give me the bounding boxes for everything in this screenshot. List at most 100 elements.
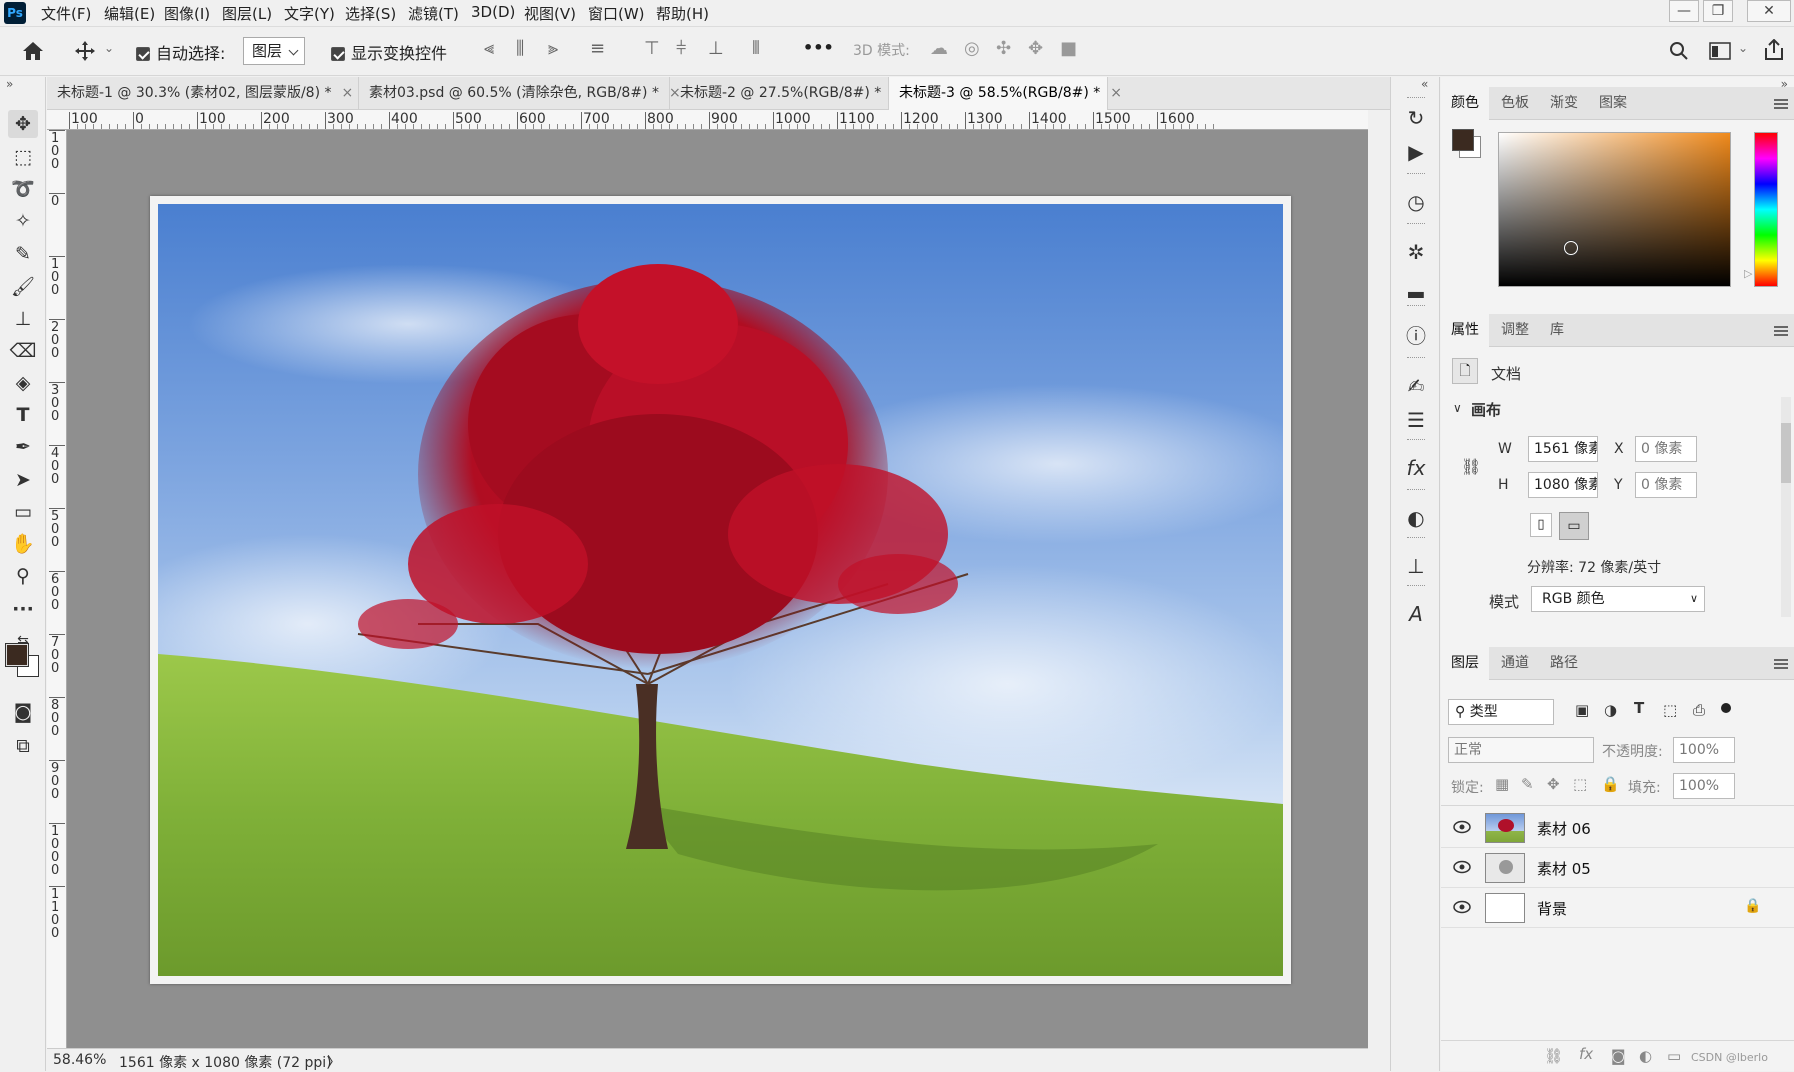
menu-file[interactable]: 文件(F): [41, 3, 91, 24]
color-field[interactable]: [1498, 132, 1731, 287]
mode-dropdown[interactable]: RGB 颜色 ∨: [1531, 586, 1705, 612]
document-canvas[interactable]: [150, 196, 1291, 984]
align-left-icon[interactable]: ⫷: [484, 38, 494, 59]
menu-3d[interactable]: 3D(D): [471, 3, 515, 21]
lock-all-icon[interactable]: 🔒: [1601, 775, 1620, 793]
character-icon[interactable]: A: [1403, 601, 1429, 627]
tab-libraries[interactable]: 库: [1540, 314, 1574, 347]
blend-mode-dropdown[interactable]: 正常: [1448, 737, 1594, 763]
color-picker-cursor[interactable]: [1564, 241, 1578, 255]
minimize-button[interactable]: —: [1669, 0, 1699, 22]
clone-source-icon[interactable]: ⊥: [1403, 553, 1429, 579]
tab-channels[interactable]: 通道: [1491, 647, 1539, 680]
layer-row-1[interactable]: 素材 06: [1441, 808, 1794, 848]
hue-marker-icon[interactable]: ▷: [1744, 267, 1752, 280]
shape-tool-icon[interactable]: ▭: [8, 498, 38, 526]
height-field[interactable]: 1080 像素: [1528, 472, 1598, 498]
layer-filter-dropdown[interactable]: ⚲ 类型: [1448, 699, 1554, 725]
adjustments-icon[interactable]: ☰: [1403, 407, 1429, 433]
stamp-tool-icon[interactable]: ⊥: [8, 305, 38, 333]
chevron-down-icon[interactable]: ∨: [1453, 401, 1462, 415]
panel-menu-icon[interactable]: [1774, 659, 1788, 669]
collapse-icon[interactable]: «: [1421, 77, 1428, 91]
link-layers-icon[interactable]: ⛓: [1544, 1047, 1563, 1065]
paint-bucket-tool-icon[interactable]: ◈: [8, 369, 38, 397]
distribute-icon[interactable]: ≡: [590, 38, 605, 59]
tab-properties[interactable]: 属性: [1441, 314, 1489, 347]
hue-slider[interactable]: [1754, 132, 1778, 287]
quick-mask-icon[interactable]: ◙: [8, 698, 38, 726]
lock-image-icon[interactable]: ✎: [1521, 775, 1534, 793]
move-icon[interactable]: [74, 40, 96, 62]
home-icon[interactable]: [21, 40, 45, 62]
foreground-color-swatch[interactable]: [5, 643, 29, 667]
tab-gradients[interactable]: 渐变: [1540, 87, 1588, 120]
fill-field[interactable]: 100%: [1673, 773, 1735, 799]
move-tool-icon[interactable]: ✥: [8, 110, 38, 138]
filter-shape-icon[interactable]: ⬚: [1663, 701, 1677, 719]
portrait-icon[interactable]: ▯: [1530, 513, 1552, 537]
auto-select-dropdown[interactable]: 图层: [243, 37, 306, 65]
show-transform-checkbox[interactable]: 显示变换控件: [331, 40, 447, 64]
pen-tool-icon[interactable]: ✒: [8, 433, 38, 461]
menu-layer[interactable]: 图层(L): [222, 3, 272, 24]
close-window-button[interactable]: ✕: [1747, 0, 1791, 22]
slide-3d-icon[interactable]: ✥: [1028, 38, 1043, 59]
eyedropper-tool-icon[interactable]: ✎: [8, 240, 38, 268]
tab-patterns[interactable]: 图案: [1589, 87, 1637, 120]
properties-scrollbar[interactable]: [1781, 397, 1791, 617]
close-tab-icon[interactable]: ×: [342, 85, 354, 101]
panel-menu-icon[interactable]: [1774, 326, 1788, 336]
layer-row-2[interactable]: 素材 05: [1441, 848, 1794, 888]
align-middle-icon[interactable]: ⫩: [676, 38, 686, 59]
tab-layers[interactable]: 图层: [1441, 647, 1489, 680]
more-options-button[interactable]: •••: [803, 38, 834, 57]
visibility-eye-icon[interactable]: [1453, 860, 1471, 874]
orbit-3d-icon[interactable]: ☁: [930, 38, 948, 59]
info-icon[interactable]: ⓘ: [1403, 323, 1429, 349]
restore-button[interactable]: ❐: [1703, 0, 1733, 22]
align-top-icon[interactable]: ⊤: [644, 38, 660, 59]
collapse-icon[interactable]: »: [6, 77, 13, 91]
status-arrow-icon[interactable]: 〉: [327, 1052, 341, 1072]
chevron-down-icon[interactable]: ⌄: [1738, 41, 1748, 55]
align-right-icon[interactable]: ⫸: [548, 38, 558, 59]
filter-smart-object-icon[interactable]: ⎙: [1693, 701, 1705, 719]
landscape-icon[interactable]: ▭: [1559, 512, 1589, 540]
filter-toggle-icon[interactable]: [1721, 703, 1731, 713]
navigator-icon[interactable]: ✲: [1403, 239, 1429, 265]
tab-paths[interactable]: 路径: [1540, 647, 1588, 680]
menu-select[interactable]: 选择(S): [345, 3, 396, 24]
close-tab-icon[interactable]: ×: [1110, 85, 1122, 101]
menu-edit[interactable]: 编辑(E): [104, 3, 155, 24]
zoom-tool-icon[interactable]: ⚲: [8, 562, 38, 590]
hand-tool-icon[interactable]: ✋: [8, 530, 38, 558]
menu-filter[interactable]: 滤镜(T): [408, 3, 459, 24]
marquee-tool-icon[interactable]: ⬚: [8, 143, 38, 171]
width-field[interactable]: 1561 像素: [1528, 436, 1598, 462]
camera-3d-icon[interactable]: ■: [1060, 38, 1077, 59]
tab-adjustments[interactable]: 调整: [1491, 314, 1539, 347]
path-select-tool-icon[interactable]: ➤: [8, 466, 38, 494]
zoom-level[interactable]: 58.46%: [53, 1052, 106, 1068]
pan-3d-icon[interactable]: ✣: [996, 38, 1011, 59]
auto-select-checkbox[interactable]: 自动选择:: [136, 40, 225, 64]
filter-image-icon[interactable]: ▣: [1575, 701, 1589, 719]
tab-document-4[interactable]: 未标题-3 @ 58.5%(RGB/8#) * ×: [889, 77, 1122, 110]
type-tool-icon[interactable]: T: [8, 401, 38, 429]
tab-color[interactable]: 颜色: [1441, 87, 1489, 120]
shapes-icon[interactable]: ◐: [1403, 505, 1429, 531]
align-bottom-icon[interactable]: ⊥: [708, 38, 724, 59]
share-icon[interactable]: [1763, 39, 1785, 61]
menu-help[interactable]: 帮助(H): [656, 3, 709, 24]
y-field[interactable]: 0 像素: [1635, 472, 1697, 498]
history-brush-icon[interactable]: ↻: [1403, 105, 1429, 131]
visibility-eye-icon[interactable]: [1453, 820, 1471, 834]
add-mask-icon[interactable]: ◙: [1611, 1047, 1626, 1065]
filter-adjustment-icon[interactable]: ◑: [1604, 701, 1617, 719]
styles-fx-icon[interactable]: fx: [1403, 455, 1429, 481]
lasso-tool-icon[interactable]: ➰: [8, 175, 38, 203]
canvas-area[interactable]: [67, 130, 1368, 1048]
actions-play-icon[interactable]: ▶: [1403, 139, 1429, 165]
more-tools-icon[interactable]: ···: [8, 595, 38, 623]
